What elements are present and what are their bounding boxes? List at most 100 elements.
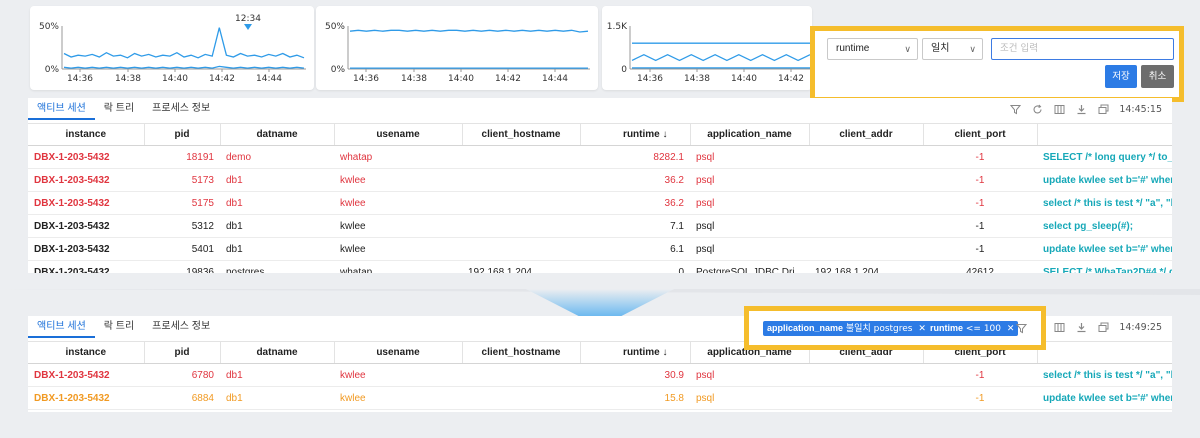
col-usename[interactable]: usename — [334, 123, 463, 146]
refresh-icon[interactable] — [1031, 103, 1043, 115]
save-button[interactable]: 저장 — [1105, 65, 1137, 88]
top-session-panel: 액티브 세션 락 트리 프로세스 정보 14:45:15 instance pi… — [28, 98, 1172, 273]
cell-application-name: psql — [690, 145, 809, 169]
download-icon[interactable] — [1075, 103, 1087, 115]
y-tick-label: 50% — [39, 22, 59, 32]
filter-chip-application-name[interactable]: application_name 불일치 postgres ✕ — [763, 321, 930, 336]
filter-icon[interactable] — [1015, 322, 1027, 334]
col-client-hostname[interactable]: client_hostname — [462, 123, 581, 146]
active-filters: application_name 불일치 postgres ✕ runtime … — [744, 306, 1046, 350]
cell-client-addr — [809, 363, 923, 387]
cell-pid: 5173 — [144, 168, 220, 192]
tab-lock-tree[interactable]: 락 트리 — [95, 316, 143, 338]
table-row[interactable]: DBX-1-203-5432 5312 db1 kwlee 7.1 psql -1 selec… — [28, 214, 1172, 238]
table-row[interactable]: DBX-1-203-5432 18191 demo whatap 8282.1 psql -… — [28, 145, 1172, 169]
cell-client-addr: 192.168.1.204 — [809, 260, 923, 273]
cell-query: SELECT /* long query */ to_char(cu — [1037, 145, 1172, 169]
cell-client-hostname: 192.168.1.204 — [462, 260, 580, 273]
cell-runtime: 36.2 — [580, 168, 690, 192]
cell-client-port: -1 — [923, 363, 1037, 387]
cell-pid: 6884 — [144, 386, 220, 410]
col-runtime[interactable]: runtime ↓ — [580, 123, 691, 146]
cancel-button[interactable]: 취소 — [1141, 65, 1174, 88]
col-client-addr[interactable]: client_addr — [809, 123, 924, 146]
copy-window-icon[interactable] — [1097, 321, 1109, 333]
chip-field: runtime — [930, 323, 964, 333]
columns-icon[interactable] — [1053, 321, 1065, 333]
cell-usename: whatap — [334, 260, 462, 273]
cell-runtime: 30.9 — [580, 363, 690, 387]
tab-active-session[interactable]: 액티브 세션 — [28, 98, 95, 120]
x-tick-label: 14:44 — [542, 74, 568, 84]
col-instance[interactable]: instance — [28, 341, 145, 364]
col-client-port[interactable]: client_port — [923, 123, 1038, 146]
chart-card-2: 50% 0% 14:36 14:38 14:40 14:42 14:44 — [316, 6, 598, 90]
col-datname[interactable]: datname — [220, 341, 335, 364]
cell-application-name: PostgreSQL JDBC Dri — [690, 260, 809, 273]
cell-client-port: -1 — [923, 145, 1037, 169]
table-row[interactable]: DBX-1-203-5432 6884 db1 kwlee 15.8 psql -1 upda… — [28, 386, 1172, 410]
cell-application-name: psql — [690, 386, 809, 410]
operator-select[interactable]: 일치 ∨ — [922, 38, 983, 60]
chevron-down-icon: ∨ — [904, 44, 911, 54]
cell-client-addr — [809, 191, 923, 215]
table-row[interactable]: DBX-1-203-5432 19836 postgres whatap 192.168… — [28, 260, 1172, 273]
table-row[interactable]: DBX-1-203-5432 5175 db1 kwlee 36.2 psql -1 sele… — [28, 191, 1172, 215]
col-client-hostname[interactable]: client_hostname — [462, 341, 581, 364]
x-tick-label: 14:40 — [731, 74, 757, 84]
col-instance[interactable]: instance — [28, 123, 145, 146]
table-row[interactable]: DBX-1-203-5432 5173 db1 kwlee 36.2 psql -1 upda… — [28, 168, 1172, 192]
tab-active-session[interactable]: 액티브 세션 — [28, 316, 95, 338]
tab-bar: 액티브 세션 락 트리 프로세스 정보 — [28, 98, 219, 120]
column-select-value: runtime — [836, 43, 870, 54]
col-application-name[interactable]: application_name — [690, 123, 810, 146]
download-icon[interactable] — [1075, 321, 1087, 333]
table-header-row: instance pid datname usename client_host… — [28, 123, 1172, 146]
close-icon[interactable]: ✕ — [918, 324, 926, 334]
cell-query: SELECT /* WhaTap2D#4 */ datnam — [1037, 260, 1172, 273]
col-query[interactable]: query — [1037, 341, 1172, 364]
x-tick-label: 14:40 — [448, 74, 474, 84]
col-query[interactable]: query — [1037, 123, 1172, 146]
cell-instance: DBX-1-203-5432 — [28, 214, 144, 238]
cell-datname: db1 — [220, 386, 334, 410]
column-select[interactable]: runtime ∨ — [827, 38, 918, 60]
copy-window-icon[interactable] — [1097, 103, 1109, 115]
tab-process-info[interactable]: 프로세스 정보 — [143, 316, 219, 338]
tab-lock-tree[interactable]: 락 트리 — [95, 98, 143, 120]
table-row[interactable]: DBX-1-203-5432 5401 db1 kwlee 6.1 psql -1 updat… — [28, 237, 1172, 261]
x-tick-label: 14:42 — [209, 74, 235, 84]
cell-query: update kwlee set b='#' where a=#; — [1037, 237, 1172, 261]
cell-instance: DBX-1-203-5432 — [28, 191, 144, 215]
columns-icon[interactable] — [1053, 103, 1065, 115]
cell-query: select /* this is test */ "a", "b" from — [1037, 363, 1172, 387]
cell-pid: 5401 — [144, 237, 220, 261]
close-icon[interactable]: ✕ — [1007, 324, 1015, 334]
table-row[interactable]: DBX-1-203-5432 6780 db1 kwlee 30.9 psql -1 sele… — [28, 363, 1172, 387]
cell-runtime: 15.8 — [580, 386, 690, 410]
cell-runtime: 8282.1 — [580, 145, 690, 169]
cell-instance: DBX-1-203-5432 — [28, 386, 144, 410]
cell-client-hostname — [462, 386, 580, 410]
col-datname[interactable]: datname — [220, 123, 335, 146]
col-runtime[interactable]: runtime ↓ — [580, 341, 691, 364]
cell-pid: 5175 — [144, 191, 220, 215]
col-usename[interactable]: usename — [334, 341, 463, 364]
y-tick-label: 0% — [45, 65, 60, 75]
filter-icon[interactable] — [1009, 103, 1021, 115]
filter-chip-runtime[interactable]: runtime <= 100 ✕ — [926, 321, 1019, 336]
tab-bar: 액티브 세션 락 트리 프로세스 정보 — [28, 316, 219, 338]
cell-client-hostname — [462, 363, 580, 387]
cell-query: update kwlee set b='#' where a=#; — [1037, 386, 1172, 410]
cell-pid: 6780 — [144, 363, 220, 387]
condition-input[interactable]: 조건 입력 — [991, 38, 1174, 60]
col-pid[interactable]: pid — [144, 341, 221, 364]
chart-2: 50% 0% 14:36 14:38 14:40 14:42 14:44 — [325, 22, 590, 84]
peak-marker — [244, 24, 252, 30]
bottom-session-table: instance pid datname usename client_host… — [28, 341, 1172, 410]
col-pid[interactable]: pid — [144, 123, 221, 146]
tab-process-info[interactable]: 프로세스 정보 — [143, 98, 219, 120]
cell-datname: db1 — [220, 168, 334, 192]
cell-client-port: -1 — [923, 237, 1037, 261]
x-tick-label: 14:36 — [67, 74, 93, 84]
